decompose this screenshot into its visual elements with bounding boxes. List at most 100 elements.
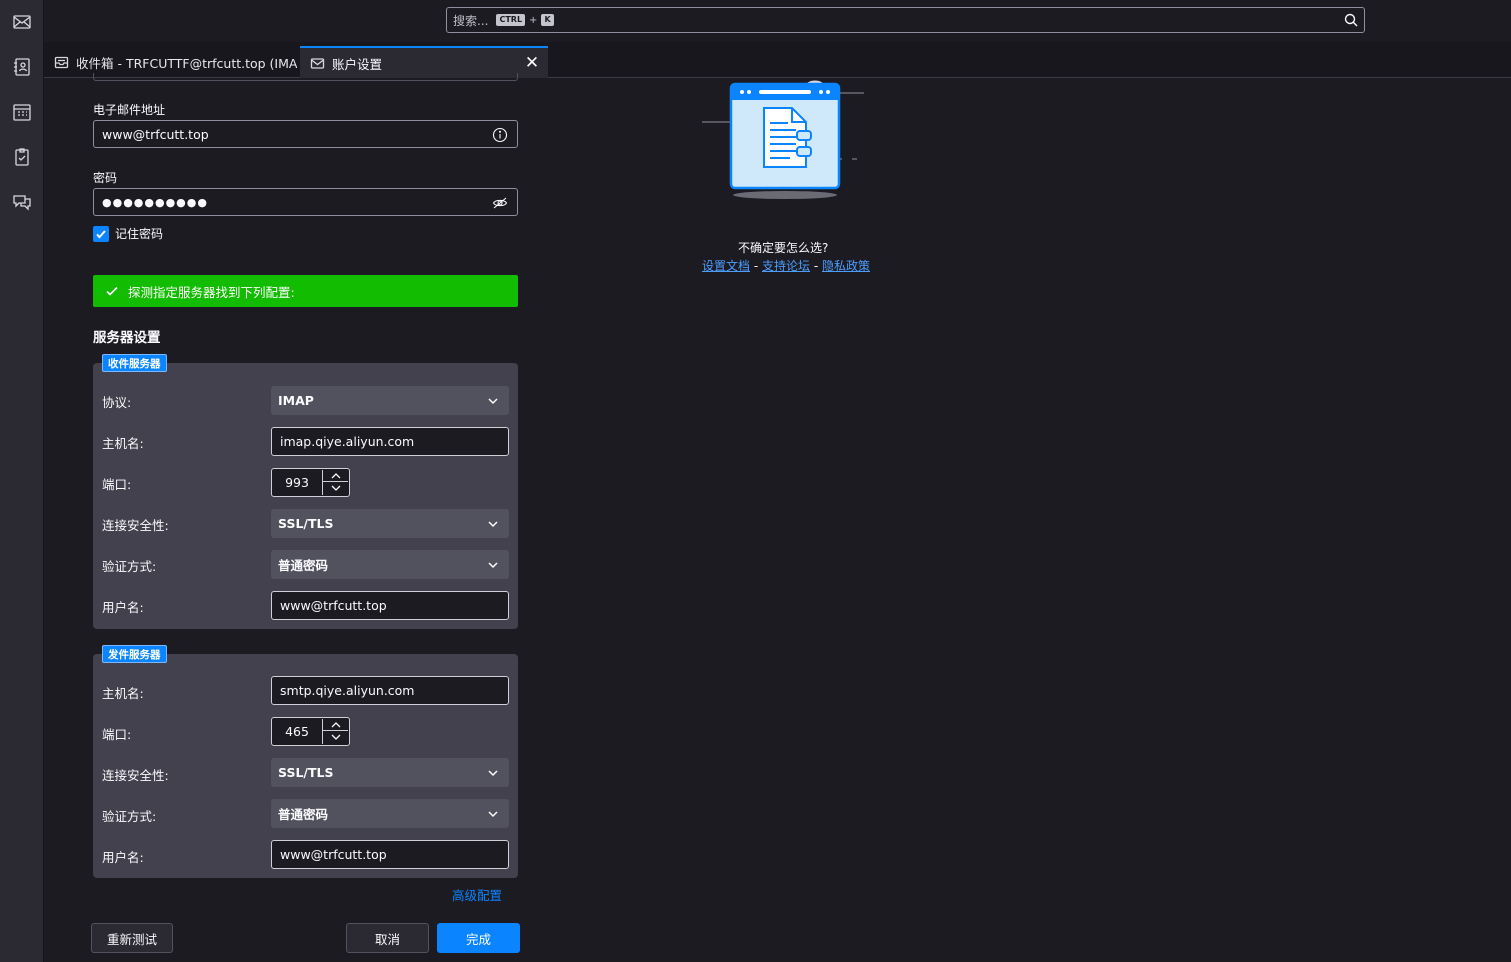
incoming-user-value: www@trfcutt.top (280, 598, 387, 613)
incoming-auth-select[interactable]: 普通密码 (271, 550, 509, 579)
chevron-down-icon (488, 521, 498, 528)
chevron-down-icon (488, 562, 498, 569)
global-search-input[interactable]: 搜索... CTRL + K (446, 7, 1365, 33)
password-field[interactable]: ●●●●●●●●●● (93, 188, 518, 216)
outgoing-security-value: SSL/TLS (278, 765, 334, 780)
full-name-field[interactable] (93, 73, 518, 81)
remember-password-label: 记住密码 (115, 227, 164, 241)
chevron-up-icon (331, 472, 340, 478)
support-forum-link[interactable]: 支持论坛 (762, 259, 810, 273)
incoming-host-input[interactable]: imap.qiye.aliyun.com (271, 427, 509, 456)
mail-icon (13, 15, 31, 29)
incoming-port-stepper[interactable]: 993 (271, 468, 350, 497)
retest-button[interactable]: 重新测试 (91, 923, 173, 953)
search-placeholder: 搜索... (453, 13, 489, 28)
search-icon[interactable] (1344, 13, 1358, 27)
incoming-user-label: 用户名: (102, 600, 144, 615)
help-question: 不确定要怎么选? (738, 241, 829, 255)
spaces-toolbar (0, 0, 44, 962)
chevron-down-icon (331, 734, 340, 740)
outgoing-security-label: 连接安全性: (102, 768, 169, 783)
port-spinner (322, 719, 348, 744)
kbd-k-badge: K (541, 14, 554, 26)
incoming-port-label: 端口: (102, 477, 132, 492)
outgoing-host-label: 主机名: (102, 686, 144, 701)
calendar-space-button[interactable] (10, 100, 34, 124)
email-field[interactable]: www@trfcutt.top (93, 120, 518, 148)
mail-space-button[interactable] (10, 10, 34, 34)
incoming-auth-label: 验证方式: (102, 559, 157, 574)
incoming-host-label: 主机名: (102, 436, 144, 451)
inbox-icon (54, 56, 69, 68)
cancel-button[interactable]: 取消 (346, 923, 429, 953)
password-label: 密码 (93, 171, 118, 185)
tab-account-settings-label: 账户设置 (332, 56, 383, 72)
outgoing-port-label: 端口: (102, 727, 132, 742)
outgoing-auth-label: 验证方式: (102, 809, 157, 824)
incoming-host-value: imap.qiye.aliyun.com (280, 434, 415, 449)
password-value: ●●●●●●●●●● (102, 195, 208, 209)
check-icon (106, 286, 118, 296)
incoming-port-value: 993 (285, 475, 309, 490)
incoming-server-box: 收件服务器 协议: IMAP 主机名: imap.qiye.aliyun.com… (93, 354, 518, 629)
chevron-down-icon (488, 811, 498, 818)
outgoing-security-select[interactable]: SSL/TLS (271, 758, 509, 787)
outgoing-server-box: 发件服务器 主机名: smtp.qiye.aliyun.com 端口: 465 … (93, 645, 518, 878)
checkbox-box[interactable] (93, 225, 109, 242)
link-separator: - (810, 259, 822, 273)
kbd-ctrl-badge: CTRL (496, 14, 526, 26)
port-decrement-button[interactable] (323, 482, 348, 494)
outgoing-port-stepper[interactable]: 465 (271, 717, 350, 746)
email-value: www@trfcutt.top (102, 126, 209, 142)
info-icon[interactable] (492, 127, 508, 143)
incoming-auth-value: 普通密码 (278, 558, 329, 573)
chevron-down-icon (331, 485, 340, 491)
port-increment-button[interactable] (323, 719, 348, 731)
help-links: 设置文档 - 支持论坛 - 隐私政策 (702, 257, 870, 274)
privacy-policy-link[interactable]: 隐私政策 (822, 259, 870, 273)
document-illustration-icon (702, 80, 864, 199)
server-settings-title: 服务器设置 (93, 330, 161, 346)
outgoing-auth-value: 普通密码 (278, 807, 329, 822)
chat-space-button[interactable] (10, 190, 34, 214)
port-spinner (322, 470, 348, 495)
tab-inbox-label: 收件箱 - TRFCUTTF@trfcutt.top (IMA (76, 55, 298, 71)
outgoing-user-input[interactable]: www@trfcutt.top (271, 840, 509, 869)
outgoing-auth-select[interactable]: 普通密码 (271, 799, 509, 828)
outgoing-server-legend: 发件服务器 (102, 645, 167, 663)
incoming-security-select[interactable]: SSL/TLS (271, 509, 509, 538)
incoming-security-label: 连接安全性: (102, 518, 169, 533)
chat-icon (13, 195, 31, 211)
checkmark-icon (96, 229, 106, 238)
incoming-user-input[interactable]: www@trfcutt.top (271, 591, 509, 620)
success-message: 探测指定服务器找到下列配置: (128, 284, 295, 300)
incoming-protocol-value: IMAP (278, 393, 314, 408)
outgoing-user-label: 用户名: (102, 850, 144, 865)
tasks-space-button[interactable] (10, 145, 34, 169)
address-book-space-button[interactable] (10, 55, 34, 79)
port-increment-button[interactable] (323, 470, 348, 482)
outgoing-host-input[interactable]: smtp.qiye.aliyun.com (271, 676, 509, 705)
tasks-icon (15, 148, 29, 166)
outgoing-user-value: www@trfcutt.top (280, 847, 387, 862)
kbd-plus-sign: + (529, 14, 538, 26)
outgoing-host-value: smtp.qiye.aliyun.com (280, 683, 415, 698)
incoming-protocol-select[interactable]: IMAP (271, 386, 509, 415)
advanced-config-link[interactable]: 高级配置 (452, 885, 502, 904)
port-decrement-button[interactable] (323, 731, 348, 743)
done-button[interactable]: 完成 (437, 923, 520, 953)
email-label: 电子邮件地址 (93, 103, 166, 117)
chevron-down-icon (488, 770, 498, 777)
incoming-server-legend: 收件服务器 (102, 354, 167, 372)
eye-slash-icon[interactable] (492, 195, 508, 211)
top-bar: 搜索... CTRL + K (44, 0, 1511, 42)
mail-settings-icon (310, 57, 325, 69)
link-separator: - (750, 259, 762, 273)
address-book-icon (14, 58, 30, 76)
chevron-up-icon (331, 721, 340, 727)
incoming-security-value: SSL/TLS (278, 516, 334, 531)
setup-docs-link[interactable]: 设置文档 (702, 259, 750, 273)
remember-password-checkbox[interactable]: 记住密码 (93, 225, 163, 242)
close-tab-icon[interactable]: ✕ (524, 55, 540, 72)
outgoing-port-value: 465 (285, 724, 309, 739)
